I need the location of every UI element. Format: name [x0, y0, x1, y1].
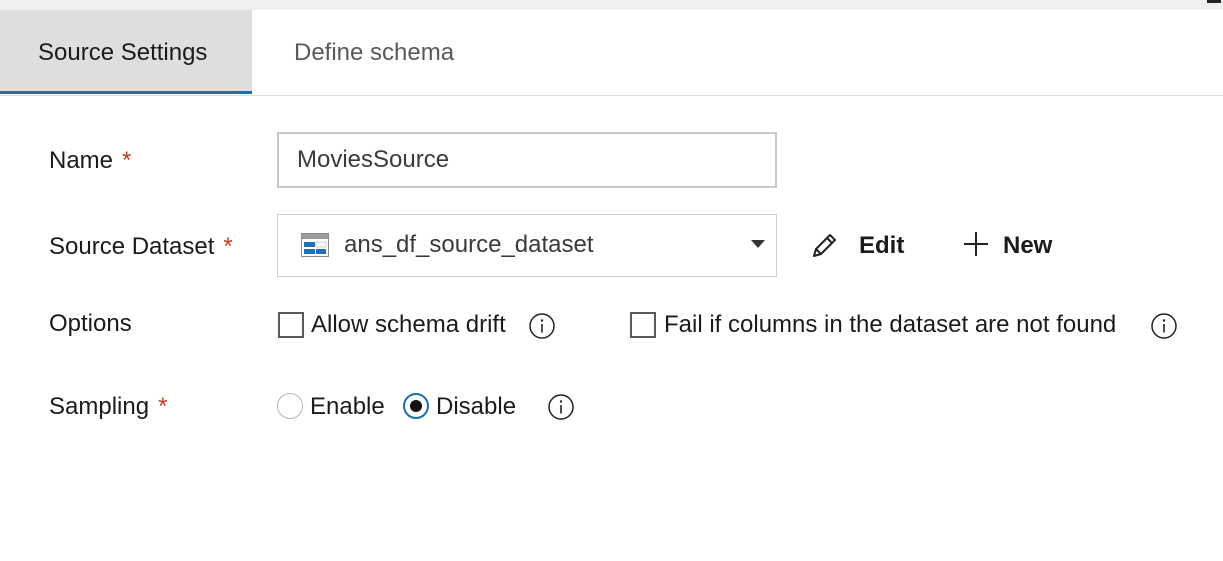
window-corner-mark	[1207, 0, 1221, 3]
chevron-down-icon[interactable]	[751, 240, 765, 248]
edit-label: Edit	[859, 232, 905, 259]
sampling-disable-radio[interactable]	[403, 393, 429, 419]
name-label-text: Name	[49, 147, 114, 174]
pencil-icon	[813, 234, 836, 257]
source-dataset-label-text: Source Dataset	[49, 233, 215, 260]
sampling-disable-label: Disable	[436, 393, 517, 420]
name-input[interactable]: MoviesSource	[277, 132, 777, 188]
tab-define-schema[interactable]: Define schema	[256, 10, 492, 93]
top-strip	[0, 0, 1223, 10]
source-dataset-label: Source Dataset *	[49, 233, 233, 261]
info-icon[interactable]	[1151, 313, 1177, 339]
info-icon[interactable]	[548, 394, 574, 420]
required-asterisk: *	[223, 233, 233, 260]
allow-schema-drift-label: Allow schema drift	[311, 311, 506, 338]
sampling-enable-label: Enable	[310, 393, 385, 420]
sampling-label: Sampling *	[49, 393, 167, 421]
options-label: Options	[49, 310, 132, 337]
fail-if-columns-missing-checkbox[interactable]	[630, 312, 656, 338]
sampling-enable-radio[interactable]	[277, 393, 303, 419]
tab-bar: Source Settings Define schema	[0, 10, 1223, 96]
name-label: Name *	[49, 147, 131, 175]
sampling-label-text: Sampling	[49, 393, 150, 420]
edit-dataset-button[interactable]: Edit	[810, 228, 910, 264]
tab-source-settings[interactable]: Source Settings	[0, 10, 252, 94]
source-dataset-value: ans_df_source_dataset	[344, 231, 594, 258]
fail-if-columns-missing-label: Fail if columns in the dataset are not f…	[664, 311, 1117, 338]
info-icon[interactable]	[529, 313, 555, 339]
allow-schema-drift-checkbox[interactable]	[278, 312, 304, 338]
required-asterisk: *	[158, 393, 168, 420]
source-dataset-select[interactable]: ans_df_source_dataset	[277, 214, 777, 277]
new-dataset-button[interactable]: New	[962, 228, 1062, 264]
new-label: New	[1003, 232, 1053, 259]
radio-selected-dot	[410, 400, 422, 412]
required-asterisk: *	[122, 147, 132, 174]
table-dataset-icon	[301, 233, 329, 257]
plus-icon	[964, 232, 988, 256]
